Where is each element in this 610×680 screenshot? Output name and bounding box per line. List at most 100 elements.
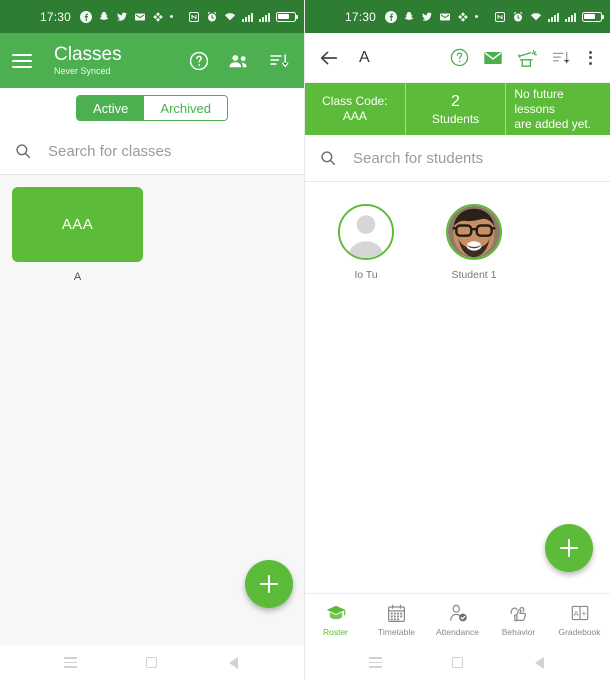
nav-item-timetable[interactable]: Timetable bbox=[366, 602, 427, 637]
student-grid: Io Tu Student 1 bbox=[305, 182, 610, 303]
sort-icon[interactable] bbox=[266, 48, 292, 74]
avatar[interactable] bbox=[338, 204, 394, 260]
recents-icon[interactable] bbox=[363, 650, 389, 676]
nav-item-gradebook[interactable]: A + Gradebook bbox=[549, 602, 610, 637]
search-icon bbox=[14, 142, 32, 160]
nav-item-roster[interactable]: Roster bbox=[305, 602, 366, 637]
nav-label-gradebook: Gradebook bbox=[558, 627, 601, 637]
nav-item-attendance[interactable]: Attendance bbox=[427, 602, 488, 637]
student-name: Io Tu bbox=[354, 269, 378, 281]
student-name: Student 1 bbox=[451, 269, 497, 281]
signal-icon-2 bbox=[259, 12, 270, 22]
people-icon[interactable] bbox=[226, 48, 252, 74]
twitter-icon bbox=[116, 11, 128, 23]
page-title-block: Classes Never Synced bbox=[54, 43, 172, 77]
avatar[interactable] bbox=[446, 204, 502, 260]
signal-icon-2 bbox=[565, 12, 576, 22]
snapchat-icon bbox=[98, 11, 110, 23]
back-icon[interactable] bbox=[526, 650, 552, 676]
status-bar-right: 17:30 bbox=[305, 0, 610, 33]
nav-label-timetable: Timetable bbox=[377, 627, 415, 637]
help-icon[interactable] bbox=[186, 48, 212, 74]
magic-hat-icon[interactable] bbox=[512, 43, 542, 73]
sync-icon bbox=[152, 11, 164, 23]
facebook-icon bbox=[385, 10, 398, 23]
toggle-archived[interactable]: Archived bbox=[144, 96, 227, 120]
right-app-bar: A bbox=[305, 33, 610, 83]
class-card-label: A bbox=[73, 271, 82, 283]
student-item[interactable]: Io Tu bbox=[323, 204, 409, 281]
students-count-value: 2 bbox=[451, 92, 460, 110]
home-icon[interactable] bbox=[444, 650, 470, 676]
lessons-status-cell: No future lessons are added yet. bbox=[506, 83, 610, 135]
page-title: Classes bbox=[54, 43, 122, 65]
class-info-strip: Class Code: AAA 2 Students No future les… bbox=[305, 83, 610, 135]
wifi-icon bbox=[224, 11, 236, 23]
wifi-icon bbox=[530, 11, 542, 23]
nav-label-attendance: Attendance bbox=[435, 627, 479, 637]
add-class-fab[interactable] bbox=[245, 560, 293, 608]
status-time-right: 17:30 bbox=[345, 9, 377, 24]
signal-icon bbox=[242, 12, 253, 22]
android-nav-right bbox=[305, 645, 610, 680]
student-search-bar[interactable]: Search for students bbox=[305, 135, 610, 182]
help-icon[interactable] bbox=[444, 43, 474, 73]
class-card-code[interactable]: AAA bbox=[12, 187, 143, 262]
sync-status-label: Never Synced bbox=[54, 66, 111, 77]
recents-icon[interactable] bbox=[58, 650, 84, 676]
search-input[interactable]: Search for classes bbox=[48, 143, 171, 160]
class-item[interactable]: AAA A bbox=[12, 187, 143, 283]
twitter-icon bbox=[421, 11, 433, 23]
dot-icon bbox=[475, 15, 479, 18]
class-grid: AAA A bbox=[0, 175, 304, 295]
back-icon[interactable] bbox=[220, 650, 246, 676]
email-icon bbox=[134, 11, 146, 23]
sync-icon bbox=[457, 11, 469, 23]
class-search-bar[interactable]: Search for classes bbox=[0, 128, 304, 175]
graduation-cap-icon bbox=[325, 602, 347, 624]
nav-label-behavior: Behavior bbox=[501, 627, 536, 637]
right-phone-panel: 17:30 A Class Code: AAA 2 Students No fu… bbox=[305, 0, 610, 680]
class-code-cell: Class Code: AAA bbox=[305, 83, 406, 135]
student-item[interactable]: Student 1 bbox=[431, 204, 517, 281]
svg-text:+: + bbox=[581, 608, 586, 618]
android-nav-left bbox=[0, 645, 304, 680]
dual-phone-screenshot: 17:30 Classes Never Synced Active Archiv… bbox=[0, 0, 610, 680]
class-code-label: Class Code: bbox=[322, 94, 388, 108]
toggle-active[interactable]: Active bbox=[77, 96, 145, 120]
status-time: 17:30 bbox=[40, 9, 72, 24]
svg-text:A: A bbox=[573, 609, 579, 618]
alarm-icon bbox=[512, 11, 524, 23]
battery-icon bbox=[276, 11, 298, 22]
signal-icon bbox=[548, 12, 559, 22]
person-check-icon bbox=[447, 602, 469, 624]
hamburger-icon[interactable] bbox=[12, 53, 32, 68]
sort-icon[interactable] bbox=[546, 43, 576, 73]
home-icon[interactable] bbox=[139, 650, 165, 676]
thumbs-up-icon bbox=[508, 602, 530, 624]
class-code-value: AAA bbox=[342, 109, 367, 123]
nav-item-behavior[interactable]: Behavior bbox=[488, 602, 549, 637]
mail-icon[interactable] bbox=[478, 43, 508, 73]
dot-icon bbox=[170, 15, 174, 18]
nfc-icon bbox=[494, 11, 506, 23]
nfc-icon bbox=[188, 11, 200, 23]
left-phone-panel: 17:30 Classes Never Synced Active Archiv… bbox=[0, 0, 305, 680]
back-arrow-icon[interactable] bbox=[315, 44, 343, 72]
alarm-icon bbox=[206, 11, 218, 23]
grade-a-plus-icon: A + bbox=[569, 602, 591, 624]
students-count-label: Students bbox=[431, 111, 480, 126]
add-student-fab[interactable] bbox=[545, 524, 593, 572]
overflow-menu-icon[interactable] bbox=[580, 48, 600, 68]
facebook-icon bbox=[80, 10, 93, 23]
active-archived-toggle-row: Active Archived bbox=[0, 88, 304, 128]
students-count-cell: 2 Students bbox=[406, 83, 507, 135]
search-input[interactable]: Search for students bbox=[353, 150, 483, 167]
calendar-icon bbox=[386, 602, 407, 624]
search-icon bbox=[319, 149, 337, 167]
status-bar-left: 17:30 bbox=[0, 0, 304, 33]
left-app-bar: Classes Never Synced bbox=[0, 33, 304, 88]
active-archived-toggle[interactable]: Active Archived bbox=[76, 95, 228, 121]
email-icon bbox=[439, 11, 451, 23]
bottom-navigation: Roster Timetable Attendance Behavior A +… bbox=[305, 593, 610, 645]
